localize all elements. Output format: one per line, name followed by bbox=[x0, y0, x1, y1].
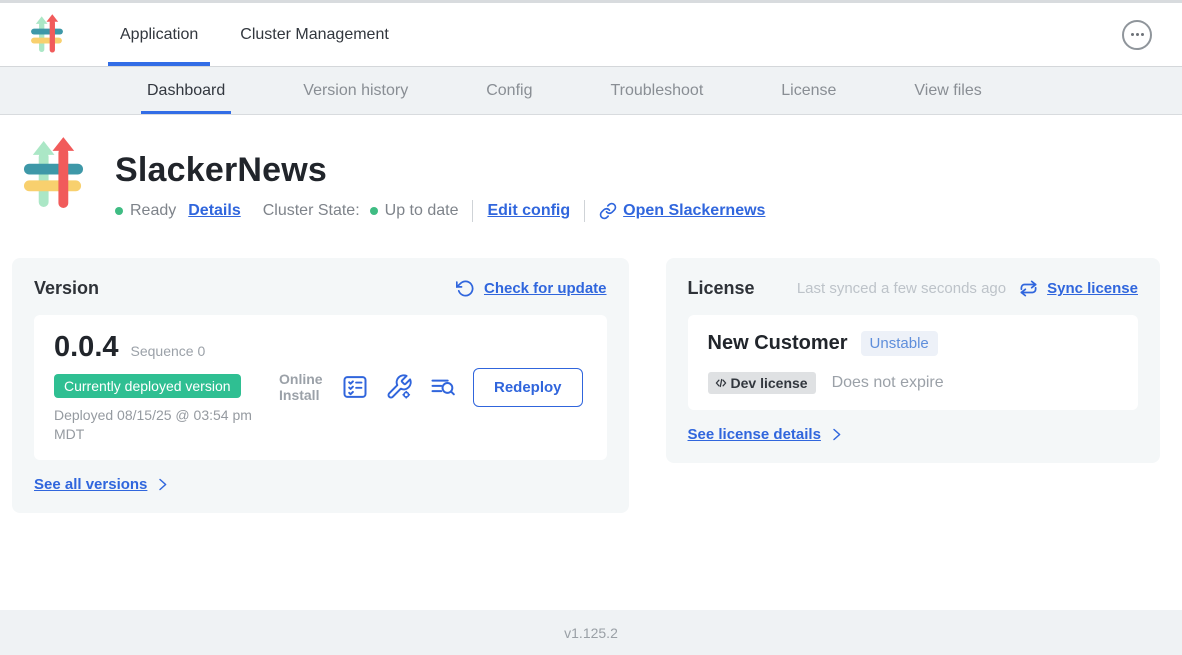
app-status-dot bbox=[115, 207, 123, 215]
customer-name: New Customer bbox=[708, 332, 848, 355]
divider bbox=[472, 200, 473, 222]
console-version: v1.125.2 bbox=[564, 625, 618, 641]
app-header: SlackerNews Ready Details Cluster State:… bbox=[0, 115, 1182, 222]
ellipsis-icon bbox=[1131, 33, 1134, 36]
license-type-tag: Dev license bbox=[708, 372, 816, 394]
subnav-tab-view-files[interactable]: View files bbox=[910, 67, 985, 114]
app-subnav: Dashboard Version history Config Trouble… bbox=[0, 67, 1182, 115]
redeploy-button[interactable]: Redeploy bbox=[473, 368, 583, 407]
config-wrench-icon[interactable] bbox=[385, 373, 413, 401]
page-title: SlackerNews bbox=[115, 151, 765, 190]
preflight-checks-icon[interactable] bbox=[341, 373, 369, 401]
dashboard-cards: Version Check for update 0.0.4 Sequence … bbox=[12, 258, 1160, 513]
license-details-panel: New Customer Unstable Dev license Does n… bbox=[688, 315, 1138, 410]
slackernews-logo-icon bbox=[22, 137, 85, 214]
chevron-right-icon bbox=[155, 477, 170, 492]
cluster-state-dot bbox=[370, 207, 378, 215]
subnav-tab-troubleshoot[interactable]: Troubleshoot bbox=[606, 67, 707, 114]
view-logs-icon[interactable] bbox=[429, 373, 457, 401]
deployed-timestamp: Deployed 08/15/25 @ 03:54 pm MDT bbox=[54, 406, 279, 444]
subnav-tab-dashboard[interactable]: Dashboard bbox=[143, 67, 229, 114]
cluster-state-value: Up to date bbox=[385, 202, 459, 220]
tab-application-label: Application bbox=[120, 26, 198, 44]
see-all-versions-link[interactable]: See all versions bbox=[34, 476, 147, 493]
sequence-label: Sequence 0 bbox=[131, 343, 206, 359]
status-details-link[interactable]: Details bbox=[188, 202, 240, 220]
license-card: License Last synced a few seconds ago Sy… bbox=[666, 258, 1160, 463]
last-synced-text: Last synced a few seconds ago bbox=[797, 280, 1006, 297]
tab-cluster-management[interactable]: Cluster Management bbox=[228, 3, 401, 66]
tab-cluster-management-label: Cluster Management bbox=[240, 26, 389, 44]
license-card-title: License bbox=[688, 278, 755, 299]
expiration-text: Does not expire bbox=[832, 374, 944, 392]
app-logo-large bbox=[22, 137, 85, 214]
subnav-tab-license[interactable]: License bbox=[777, 67, 840, 114]
subnav-tab-version-history[interactable]: Version history bbox=[299, 67, 412, 114]
channel-badge: Unstable bbox=[861, 331, 938, 356]
code-icon bbox=[714, 376, 728, 390]
install-type-label: Online Install bbox=[279, 371, 325, 403]
current-version-panel: 0.0.4 Sequence 0 Currently deployed vers… bbox=[34, 315, 607, 460]
slackernews-logo-icon bbox=[30, 14, 64, 56]
version-card-title: Version bbox=[34, 278, 99, 299]
link-chain-icon bbox=[599, 202, 617, 220]
app-status-text: Ready bbox=[130, 202, 176, 220]
console-footer: v1.125.2 bbox=[0, 610, 1182, 655]
overflow-menu-button[interactable] bbox=[1122, 20, 1152, 50]
app-status-row: Ready Details Cluster State: Up to date … bbox=[115, 200, 765, 222]
version-card: Version Check for update 0.0.4 Sequence … bbox=[12, 258, 629, 513]
subnav-tab-config[interactable]: Config bbox=[482, 67, 536, 114]
tab-application[interactable]: Application bbox=[108, 3, 210, 66]
see-license-details-link[interactable]: See license details bbox=[688, 426, 821, 443]
open-app-link[interactable]: Open Slackernews bbox=[599, 202, 765, 220]
cluster-state-label: Cluster State: bbox=[263, 202, 360, 220]
refresh-icon bbox=[456, 279, 475, 298]
sync-license-link[interactable]: Sync license bbox=[1047, 280, 1138, 297]
version-number: 0.0.4 bbox=[54, 331, 119, 364]
app-logo-small bbox=[30, 14, 64, 56]
edit-config-link[interactable]: Edit config bbox=[487, 202, 570, 220]
divider bbox=[584, 200, 585, 222]
top-navbar: Application Cluster Management bbox=[0, 3, 1182, 67]
deployed-status-badge: Currently deployed version bbox=[54, 374, 241, 398]
sync-arrows-icon bbox=[1019, 279, 1038, 298]
check-for-update-link[interactable]: Check for update bbox=[484, 280, 607, 297]
chevron-right-icon bbox=[829, 427, 844, 442]
